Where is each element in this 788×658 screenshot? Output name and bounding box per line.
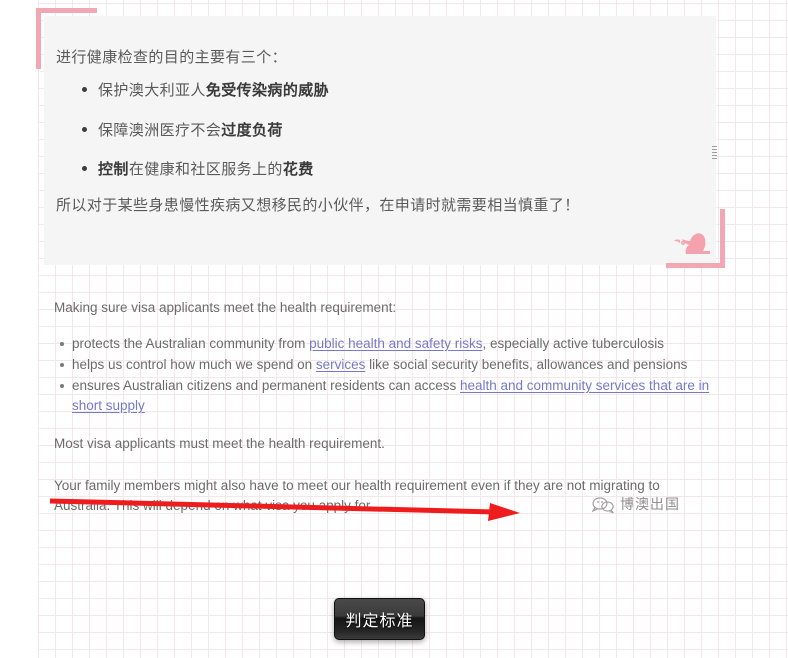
decorative-bracket-top-left <box>36 8 97 69</box>
english-lead-paragraph: Making sure visa applicants meet the hea… <box>54 300 397 315</box>
bullet-text-bold: 免受传染病的威胁 <box>205 82 330 99</box>
english-mid-paragraph: Most visa applicants must meet the healt… <box>54 436 385 451</box>
list-item: 控制在健康和社区服务上的花费 <box>81 157 329 183</box>
watermark-text: 博澳出国 <box>620 496 680 512</box>
bullet-text-bold: 过度负荷 <box>221 121 283 139</box>
criteria-button[interactable]: 判定标准 <box>334 598 425 640</box>
bullet-prefix: helps us control how much we spend on <box>72 357 316 372</box>
list-item: 保护澳大利亚人免受传染病的威胁 <box>81 78 330 104</box>
quote-outro-text: 所以对于某些身患慢性疾病又想移民的小伙伴，在申请时就需要相当慎重了！ <box>56 197 580 214</box>
list-item: 保障澳洲医疗不会过度负荷 <box>81 118 329 144</box>
bullet-text-plain: 保障澳洲医疗不会 <box>98 121 222 139</box>
bullet-text-bold-tail: 花费 <box>282 161 314 178</box>
english-bullet-list: protects the Australian community from p… <box>54 334 714 416</box>
scrollbar-artifact <box>712 146 717 160</box>
bullet-suffix: , especially active tuberculosis <box>482 336 665 351</box>
bullet-prefix: ensures Australian citizens and permanen… <box>72 378 460 393</box>
bullet-prefix: protects the Australian community from <box>72 336 310 351</box>
watermark: 博澳出国 <box>592 494 680 514</box>
list-item: protects the Australian community from p… <box>60 334 714 354</box>
link-services[interactable]: services <box>316 357 366 372</box>
list-item: ensures Australian citizens and permanen… <box>60 376 714 416</box>
list-item: helps us control how much we spend on se… <box>60 355 714 375</box>
link-public-health-and-safety-risks[interactable]: public health and safety risks <box>309 336 482 351</box>
bullet-text-bold: 控制 <box>98 161 129 178</box>
english-content-block: Making sure visa applicants meet the hea… <box>54 298 714 516</box>
chinese-bullet-list: 保护澳大利亚人免受传染病的威胁 保障澳洲医疗不会过度负荷 控制在健康和社区服务上… <box>76 78 329 197</box>
kangaroo-icon <box>674 233 710 254</box>
criteria-button-label: 判定标准 <box>345 613 414 630</box>
bullet-suffix: like social security benefits, allowance… <box>365 357 688 372</box>
bullet-text-plain: 保护澳大利亚人 <box>98 82 206 99</box>
chinese-quote-card: 进行健康检查的目的主要有三个： 保护澳大利亚人免受传染病的威胁 保障澳洲医疗不会… <box>44 16 716 265</box>
wechat-icon <box>592 496 614 513</box>
bullet-text-plain: 在健康和社区服务上的 <box>128 161 283 178</box>
left-margin-blank <box>0 0 38 658</box>
